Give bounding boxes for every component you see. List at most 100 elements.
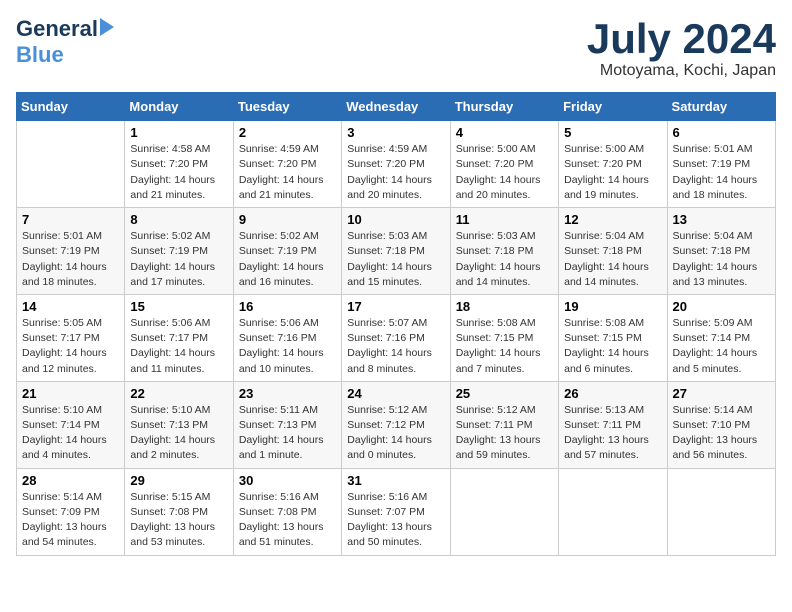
calendar-cell: 15Sunrise: 5:06 AM Sunset: 7:17 PM Dayli… bbox=[125, 294, 233, 381]
day-info: Sunrise: 5:03 AM Sunset: 7:18 PM Dayligh… bbox=[456, 229, 553, 290]
calendar-cell: 13Sunrise: 5:04 AM Sunset: 7:18 PM Dayli… bbox=[667, 208, 775, 295]
calendar-cell bbox=[17, 121, 125, 208]
calendar-header-row: SundayMondayTuesdayWednesdayThursdayFrid… bbox=[17, 93, 776, 121]
day-info: Sunrise: 5:06 AM Sunset: 7:17 PM Dayligh… bbox=[130, 316, 227, 377]
day-info: Sunrise: 5:00 AM Sunset: 7:20 PM Dayligh… bbox=[456, 142, 553, 203]
day-number: 9 bbox=[239, 212, 336, 227]
calendar-cell: 8Sunrise: 5:02 AM Sunset: 7:19 PM Daylig… bbox=[125, 208, 233, 295]
day-info: Sunrise: 5:09 AM Sunset: 7:14 PM Dayligh… bbox=[673, 316, 770, 377]
calendar-week-row: 28Sunrise: 5:14 AM Sunset: 7:09 PM Dayli… bbox=[17, 468, 776, 555]
day-info: Sunrise: 4:58 AM Sunset: 7:20 PM Dayligh… bbox=[130, 142, 227, 203]
header-sunday: Sunday bbox=[17, 93, 125, 121]
day-info: Sunrise: 5:02 AM Sunset: 7:19 PM Dayligh… bbox=[239, 229, 336, 290]
day-number: 22 bbox=[130, 386, 227, 401]
day-number: 30 bbox=[239, 473, 336, 488]
title-area: July 2024 Motoyama, Kochi, Japan bbox=[587, 16, 776, 80]
day-info: Sunrise: 5:04 AM Sunset: 7:18 PM Dayligh… bbox=[564, 229, 661, 290]
calendar-cell: 3 Sunrise: 4:59 AM Sunset: 7:20 PM Daylig… bbox=[342, 121, 450, 208]
day-number: 16 bbox=[239, 299, 336, 314]
calendar-week-row: 21 Sunrise: 5:10 AM Sunset: 7:14 PM Dayli… bbox=[17, 381, 776, 468]
calendar-cell: 25 Sunrise: 5:12 AM Sunset: 7:11 PM Dayli… bbox=[450, 381, 558, 468]
day-info: Sunrise: 5:11 AM Sunset: 7:13 PM Dayligh… bbox=[239, 403, 336, 464]
calendar-cell: 10Sunrise: 5:03 AM Sunset: 7:18 PM Dayli… bbox=[342, 208, 450, 295]
calendar-cell: 27 Sunrise: 5:14 AM Sunset: 7:10 PM Dayli… bbox=[667, 381, 775, 468]
day-info: Sunrise: 5:10 AM Sunset: 7:14 PM Dayligh… bbox=[22, 403, 119, 464]
day-info: Sunrise: 5:05 AM Sunset: 7:17 PM Dayligh… bbox=[22, 316, 119, 377]
day-info: Sunrise: 5:14 AM Sunset: 7:10 PM Dayligh… bbox=[673, 403, 770, 464]
calendar-cell: 12 Sunrise: 5:04 AM Sunset: 7:18 PM Dayli… bbox=[559, 208, 667, 295]
calendar-cell: 23 Sunrise: 5:11 AM Sunset: 7:13 PM Dayli… bbox=[233, 381, 341, 468]
header-saturday: Saturday bbox=[667, 93, 775, 121]
day-number: 4 bbox=[456, 125, 553, 140]
calendar-cell: 11 Sunrise: 5:03 AM Sunset: 7:18 PM Dayli… bbox=[450, 208, 558, 295]
day-number: 2 bbox=[239, 125, 336, 140]
calendar-cell bbox=[450, 468, 558, 555]
header-friday: Friday bbox=[559, 93, 667, 121]
calendar-table: SundayMondayTuesdayWednesdayThursdayFrid… bbox=[16, 92, 776, 555]
day-info: Sunrise: 5:12 AM Sunset: 7:11 PM Dayligh… bbox=[456, 403, 553, 464]
calendar-cell: 19 Sunrise: 5:08 AM Sunset: 7:15 PM Dayli… bbox=[559, 294, 667, 381]
header-thursday: Thursday bbox=[450, 93, 558, 121]
calendar-cell: 17 Sunrise: 5:07 AM Sunset: 7:16 PM Dayli… bbox=[342, 294, 450, 381]
day-number: 6 bbox=[673, 125, 770, 140]
day-info: Sunrise: 5:14 AM Sunset: 7:09 PM Dayligh… bbox=[22, 490, 119, 551]
day-info: Sunrise: 5:07 AM Sunset: 7:16 PM Dayligh… bbox=[347, 316, 444, 377]
day-info: Sunrise: 4:59 AM Sunset: 7:20 PM Dayligh… bbox=[239, 142, 336, 203]
calendar-cell: 4 Sunrise: 5:00 AM Sunset: 7:20 PM Daylig… bbox=[450, 121, 558, 208]
day-number: 3 bbox=[347, 125, 444, 140]
day-info: Sunrise: 4:59 AM Sunset: 7:20 PM Dayligh… bbox=[347, 142, 444, 203]
day-number: 13 bbox=[673, 212, 770, 227]
calendar-cell: 26Sunrise: 5:13 AM Sunset: 7:11 PM Dayli… bbox=[559, 381, 667, 468]
day-number: 8 bbox=[130, 212, 227, 227]
day-number: 25 bbox=[456, 386, 553, 401]
header-monday: Monday bbox=[125, 93, 233, 121]
day-number: 23 bbox=[239, 386, 336, 401]
day-number: 24 bbox=[347, 386, 444, 401]
calendar-cell: 14 Sunrise: 5:05 AM Sunset: 7:17 PM Dayli… bbox=[17, 294, 125, 381]
calendar-cell: 28Sunrise: 5:14 AM Sunset: 7:09 PM Dayli… bbox=[17, 468, 125, 555]
day-info: Sunrise: 5:16 AM Sunset: 7:08 PM Dayligh… bbox=[239, 490, 336, 551]
day-number: 17 bbox=[347, 299, 444, 314]
calendar-week-row: 7Sunrise: 5:01 AM Sunset: 7:19 PM Daylig… bbox=[17, 208, 776, 295]
calendar-cell: 22 Sunrise: 5:10 AM Sunset: 7:13 PM Dayli… bbox=[125, 381, 233, 468]
calendar-week-row: 1 Sunrise: 4:58 AM Sunset: 7:20 PM Daylig… bbox=[17, 121, 776, 208]
day-info: Sunrise: 5:06 AM Sunset: 7:16 PM Dayligh… bbox=[239, 316, 336, 377]
calendar-cell: 20Sunrise: 5:09 AM Sunset: 7:14 PM Dayli… bbox=[667, 294, 775, 381]
day-number: 19 bbox=[564, 299, 661, 314]
day-info: Sunrise: 5:01 AM Sunset: 7:19 PM Dayligh… bbox=[22, 229, 119, 290]
logo: General Blue bbox=[16, 16, 114, 68]
day-number: 11 bbox=[456, 212, 553, 227]
day-number: 27 bbox=[673, 386, 770, 401]
calendar-week-row: 14 Sunrise: 5:05 AM Sunset: 7:17 PM Dayli… bbox=[17, 294, 776, 381]
day-number: 1 bbox=[130, 125, 227, 140]
logo-arrow-icon bbox=[100, 18, 114, 36]
day-number: 10 bbox=[347, 212, 444, 227]
calendar-cell: 16 Sunrise: 5:06 AM Sunset: 7:16 PM Dayli… bbox=[233, 294, 341, 381]
calendar-cell: 21 Sunrise: 5:10 AM Sunset: 7:14 PM Dayli… bbox=[17, 381, 125, 468]
header-wednesday: Wednesday bbox=[342, 93, 450, 121]
day-number: 31 bbox=[347, 473, 444, 488]
day-info: Sunrise: 5:12 AM Sunset: 7:12 PM Dayligh… bbox=[347, 403, 444, 464]
calendar-cell: 7Sunrise: 5:01 AM Sunset: 7:19 PM Daylig… bbox=[17, 208, 125, 295]
day-info: Sunrise: 5:16 AM Sunset: 7:07 PM Dayligh… bbox=[347, 490, 444, 551]
day-number: 29 bbox=[130, 473, 227, 488]
day-info: Sunrise: 5:08 AM Sunset: 7:15 PM Dayligh… bbox=[564, 316, 661, 377]
day-info: Sunrise: 5:01 AM Sunset: 7:19 PM Dayligh… bbox=[673, 142, 770, 203]
day-number: 18 bbox=[456, 299, 553, 314]
day-info: Sunrise: 5:10 AM Sunset: 7:13 PM Dayligh… bbox=[130, 403, 227, 464]
month-title: July 2024 bbox=[587, 16, 776, 62]
day-number: 14 bbox=[22, 299, 119, 314]
calendar-cell: 31 Sunrise: 5:16 AM Sunset: 7:07 PM Dayli… bbox=[342, 468, 450, 555]
day-number: 12 bbox=[564, 212, 661, 227]
day-info: Sunrise: 5:15 AM Sunset: 7:08 PM Dayligh… bbox=[130, 490, 227, 551]
logo-general-text: General bbox=[16, 16, 98, 42]
calendar-cell: 18Sunrise: 5:08 AM Sunset: 7:15 PM Dayli… bbox=[450, 294, 558, 381]
day-number: 21 bbox=[22, 386, 119, 401]
logo-blue-text: Blue bbox=[16, 42, 64, 68]
calendar-cell: 6 Sunrise: 5:01 AM Sunset: 7:19 PM Daylig… bbox=[667, 121, 775, 208]
location: Motoyama, Kochi, Japan bbox=[587, 62, 776, 80]
calendar-cell: 5Sunrise: 5:00 AM Sunset: 7:20 PM Daylig… bbox=[559, 121, 667, 208]
calendar-cell: 29 Sunrise: 5:15 AM Sunset: 7:08 PM Dayli… bbox=[125, 468, 233, 555]
day-info: Sunrise: 5:00 AM Sunset: 7:20 PM Dayligh… bbox=[564, 142, 661, 203]
calendar-cell: 1 Sunrise: 4:58 AM Sunset: 7:20 PM Daylig… bbox=[125, 121, 233, 208]
